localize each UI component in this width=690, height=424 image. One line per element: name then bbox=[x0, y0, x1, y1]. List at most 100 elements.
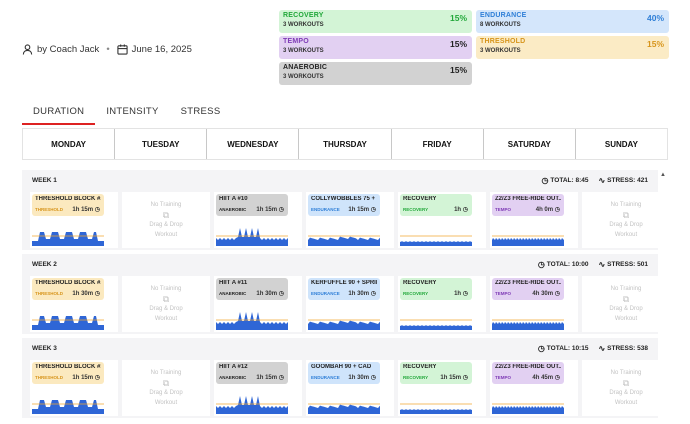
power-profile bbox=[492, 406, 564, 414]
workout-title: GOOMBAH 90 + CAD bbox=[311, 364, 372, 370]
workout-zone: RECOVERY bbox=[403, 207, 429, 212]
day-header-friday: FRIDAY bbox=[392, 129, 484, 159]
workout-card[interactable]: COLLYWOBBLES 75 + ... ENDURANCE 1h 15m ◷ bbox=[308, 194, 380, 216]
day-cell[interactable]: Z2/Z3 FREE-RIDE OUT... TEMPO 4h 0m ◷ bbox=[490, 192, 578, 248]
workout-profile-chart bbox=[400, 235, 472, 246]
clock-icon: ◷ bbox=[277, 207, 284, 213]
day-cell[interactable]: KERFUFFLE 90 + SPRIN... ENDURANCE 1h 30m ◷ bbox=[306, 276, 394, 332]
day-header-saturday: SATURDAY bbox=[484, 129, 576, 159]
clock-icon: ◷ bbox=[369, 291, 376, 297]
day-cell[interactable]: No Training ⧉ Drag & Drop Workout bbox=[582, 276, 668, 332]
workout-card[interactable]: THRESHOLD BLOCK #... THRESHOLD 1h 15m ◷ bbox=[32, 194, 104, 216]
workout-card[interactable]: Z2/Z3 FREE-RIDE OUT... TEMPO 4h 45m ◷ bbox=[492, 362, 564, 384]
duration-value: 1h 15m bbox=[72, 375, 94, 381]
day-header-thursday: THURSDAY bbox=[299, 129, 392, 159]
day-cell[interactable]: No Training ⧉ Drag & Drop Workout bbox=[122, 360, 210, 416]
workout-card[interactable]: RECOVERY RECOVERY 1h ◷ bbox=[400, 194, 472, 216]
zone-name: ANAEROBIC bbox=[283, 64, 328, 71]
power-profile bbox=[216, 396, 288, 414]
plan-meta: by Coach Jack • June 16, 2025 bbox=[22, 44, 192, 55]
workout-card[interactable]: GOOMBAH 90 + CAD ENDURANCE 1h 30m ◷ bbox=[308, 362, 380, 384]
day-cell[interactable]: THRESHOLD BLOCK #... THRESHOLD 1h 15m ◷ bbox=[30, 192, 118, 248]
workout-card[interactable]: HIIT A #12 ANAEROBIC 1h 15m ◷ bbox=[216, 362, 288, 384]
zone-workout-count: 3 WORKOUTS bbox=[480, 48, 521, 54]
duration-value: 4h 30m bbox=[532, 291, 554, 297]
day-cell[interactable]: RECOVERY RECOVERY 1h 15m ◷ bbox=[398, 360, 486, 416]
clock-icon: ◷ bbox=[93, 207, 100, 213]
duration-value: 1h 15m bbox=[72, 207, 94, 213]
scrollbar[interactable]: ▲ bbox=[659, 172, 667, 424]
workout-title: Z2/Z3 FREE-RIDE OUT... bbox=[495, 280, 561, 286]
calendar-icon bbox=[117, 44, 128, 55]
workout-card[interactable]: HIIT A #11 ANAEROBIC 1h 30m ◷ bbox=[216, 278, 288, 300]
empty-day-placeholder[interactable]: No Training ⧉ Drag & Drop Workout bbox=[582, 360, 668, 416]
duration-value: 1h 15m bbox=[256, 207, 278, 213]
zone-percent: 40% bbox=[646, 13, 664, 23]
day-cell[interactable]: No Training ⧉ Drag & Drop Workout bbox=[122, 276, 210, 332]
day-cell[interactable]: THRESHOLD BLOCK #1... THRESHOLD 1h 15m ◷ bbox=[30, 360, 118, 416]
empty-day-placeholder[interactable]: No Training ⧉ Drag & Drop Workout bbox=[122, 192, 210, 248]
day-cell[interactable]: THRESHOLD BLOCK #... THRESHOLD 1h 30m ◷ bbox=[30, 276, 118, 332]
week-total-time: TOTAL: 8:45 bbox=[550, 177, 589, 184]
day-header-sunday: SUNDAY bbox=[604, 139, 638, 149]
workout-zone: ENDURANCE bbox=[311, 291, 340, 296]
clock-icon: ◷ bbox=[277, 291, 284, 297]
workout-duration: 1h 30m ◷ bbox=[72, 290, 100, 297]
workout-duration: 1h 15m ◷ bbox=[72, 206, 100, 213]
activity-icon: ∿ bbox=[598, 260, 606, 269]
power-profile bbox=[492, 322, 564, 330]
day-cell[interactable]: Z2/Z3 FREE-RIDE OUT... TEMPO 4h 45m ◷ bbox=[490, 360, 578, 416]
zone-card-threshold: THRESHOLD 3 WORKOUTS 15% bbox=[476, 36, 669, 59]
tab-stress[interactable]: STRESS bbox=[170, 104, 232, 125]
day-cell[interactable]: RECOVERY RECOVERY 1h ◷ bbox=[398, 192, 486, 248]
workout-card[interactable]: Z2/Z3 FREE-RIDE OUT... TEMPO 4h 0m ◷ bbox=[492, 194, 564, 216]
day-header-row: MONDAY TUESDAY WEDNESDAY THURSDAY FRIDAY SATU… bbox=[22, 128, 668, 160]
day-cell[interactable]: HIIT A #12 ANAEROBIC 1h 15m ◷ bbox=[214, 360, 302, 416]
workout-title: RECOVERY bbox=[403, 196, 437, 202]
workout-profile-chart bbox=[308, 235, 380, 246]
workout-card[interactable]: KERFUFFLE 90 + SPRIN... ENDURANCE 1h 30m ◷ bbox=[308, 278, 380, 300]
workout-card[interactable]: RECOVERY RECOVERY 1h ◷ bbox=[400, 278, 472, 300]
empty-day-placeholder[interactable]: No Training ⧉ Drag & Drop Workout bbox=[582, 276, 668, 332]
workout-card[interactable]: THRESHOLD BLOCK #1... THRESHOLD 1h 15m ◷ bbox=[32, 362, 104, 384]
workout-zone: THRESHOLD bbox=[35, 375, 63, 380]
drag-drop-label: Drag & Drop bbox=[149, 390, 183, 396]
workout-profile-chart bbox=[216, 312, 288, 330]
day-cell[interactable]: No Training ⧉ Drag & Drop Workout bbox=[582, 192, 668, 248]
zone-distribution: RECOVERY 3 WORKOUTS 15% ENDURANCE 8 WORKOUTS… bbox=[279, 10, 669, 88]
workout-duration: 4h 0m ◷ bbox=[536, 206, 560, 213]
day-cell[interactable]: RECOVERY RECOVERY 1h ◷ bbox=[398, 276, 486, 332]
tab-intensity[interactable]: INTENSITY bbox=[95, 104, 169, 125]
calendar-weeks[interactable]: WEEK 1 ◷ TOTAL: 8:45 ∿ STRESS: 421 THRESHOLD … bbox=[22, 170, 668, 424]
day-cell[interactable]: No Training ⧉ Drag & Drop Workout bbox=[122, 192, 210, 248]
scroll-up-icon[interactable]: ▲ bbox=[659, 172, 667, 178]
zone-workout-count: 8 WORKOUTS bbox=[480, 22, 521, 28]
day-cell[interactable]: COLLYWOBBLES 75 + ... ENDURANCE 1h 15m ◷ bbox=[306, 192, 394, 248]
clock-icon: ◷ bbox=[277, 375, 284, 381]
workout-card[interactable]: HIIT A #10 ANAEROBIC 1h 15m ◷ bbox=[216, 194, 288, 216]
zone-name: ENDURANCE bbox=[480, 12, 527, 19]
workout-title: THRESHOLD BLOCK #... bbox=[35, 280, 101, 286]
day-cell[interactable]: No Training ⧉ Drag & Drop Workout bbox=[582, 360, 668, 416]
no-training-label: No Training bbox=[610, 202, 642, 208]
day-cell[interactable]: HIIT A #11 ANAEROBIC 1h 30m ◷ bbox=[214, 276, 302, 332]
workout-card[interactable]: THRESHOLD BLOCK #... THRESHOLD 1h 30m ◷ bbox=[32, 278, 104, 300]
tab-duration[interactable]: DURATION bbox=[22, 104, 96, 125]
workout-zone: TEMPO bbox=[495, 207, 512, 212]
day-cell[interactable]: HIIT A #10 ANAEROBIC 1h 15m ◷ bbox=[214, 192, 302, 248]
week-stress: STRESS: 538 bbox=[607, 345, 648, 352]
day-cell[interactable]: Z2/Z3 FREE-RIDE OUT... TEMPO 4h 30m ◷ bbox=[490, 276, 578, 332]
workout-card[interactable]: RECOVERY RECOVERY 1h 15m ◷ bbox=[400, 362, 472, 384]
day-header-wednesday: WEDNESDAY bbox=[207, 129, 300, 159]
workout-card[interactable]: Z2/Z3 FREE-RIDE OUT... TEMPO 4h 30m ◷ bbox=[492, 278, 564, 300]
empty-day-placeholder[interactable]: No Training ⧉ Drag & Drop Workout bbox=[582, 192, 668, 248]
separator-dot: • bbox=[106, 44, 110, 55]
zone-workout-count: 3 WORKOUTS bbox=[283, 48, 324, 54]
zone-percent: 15% bbox=[449, 13, 467, 23]
empty-day-placeholder[interactable]: No Training ⧉ Drag & Drop Workout bbox=[122, 276, 210, 332]
drag-drop-label: Drag & Drop bbox=[609, 306, 643, 312]
empty-day-placeholder[interactable]: No Training ⧉ Drag & Drop Workout bbox=[122, 360, 210, 416]
day-cell[interactable]: GOOMBAH 90 + CAD ENDURANCE 1h 30m ◷ bbox=[306, 360, 394, 416]
workout-profile-chart bbox=[32, 316, 104, 330]
workout-duration: 4h 30m ◷ bbox=[532, 290, 560, 297]
